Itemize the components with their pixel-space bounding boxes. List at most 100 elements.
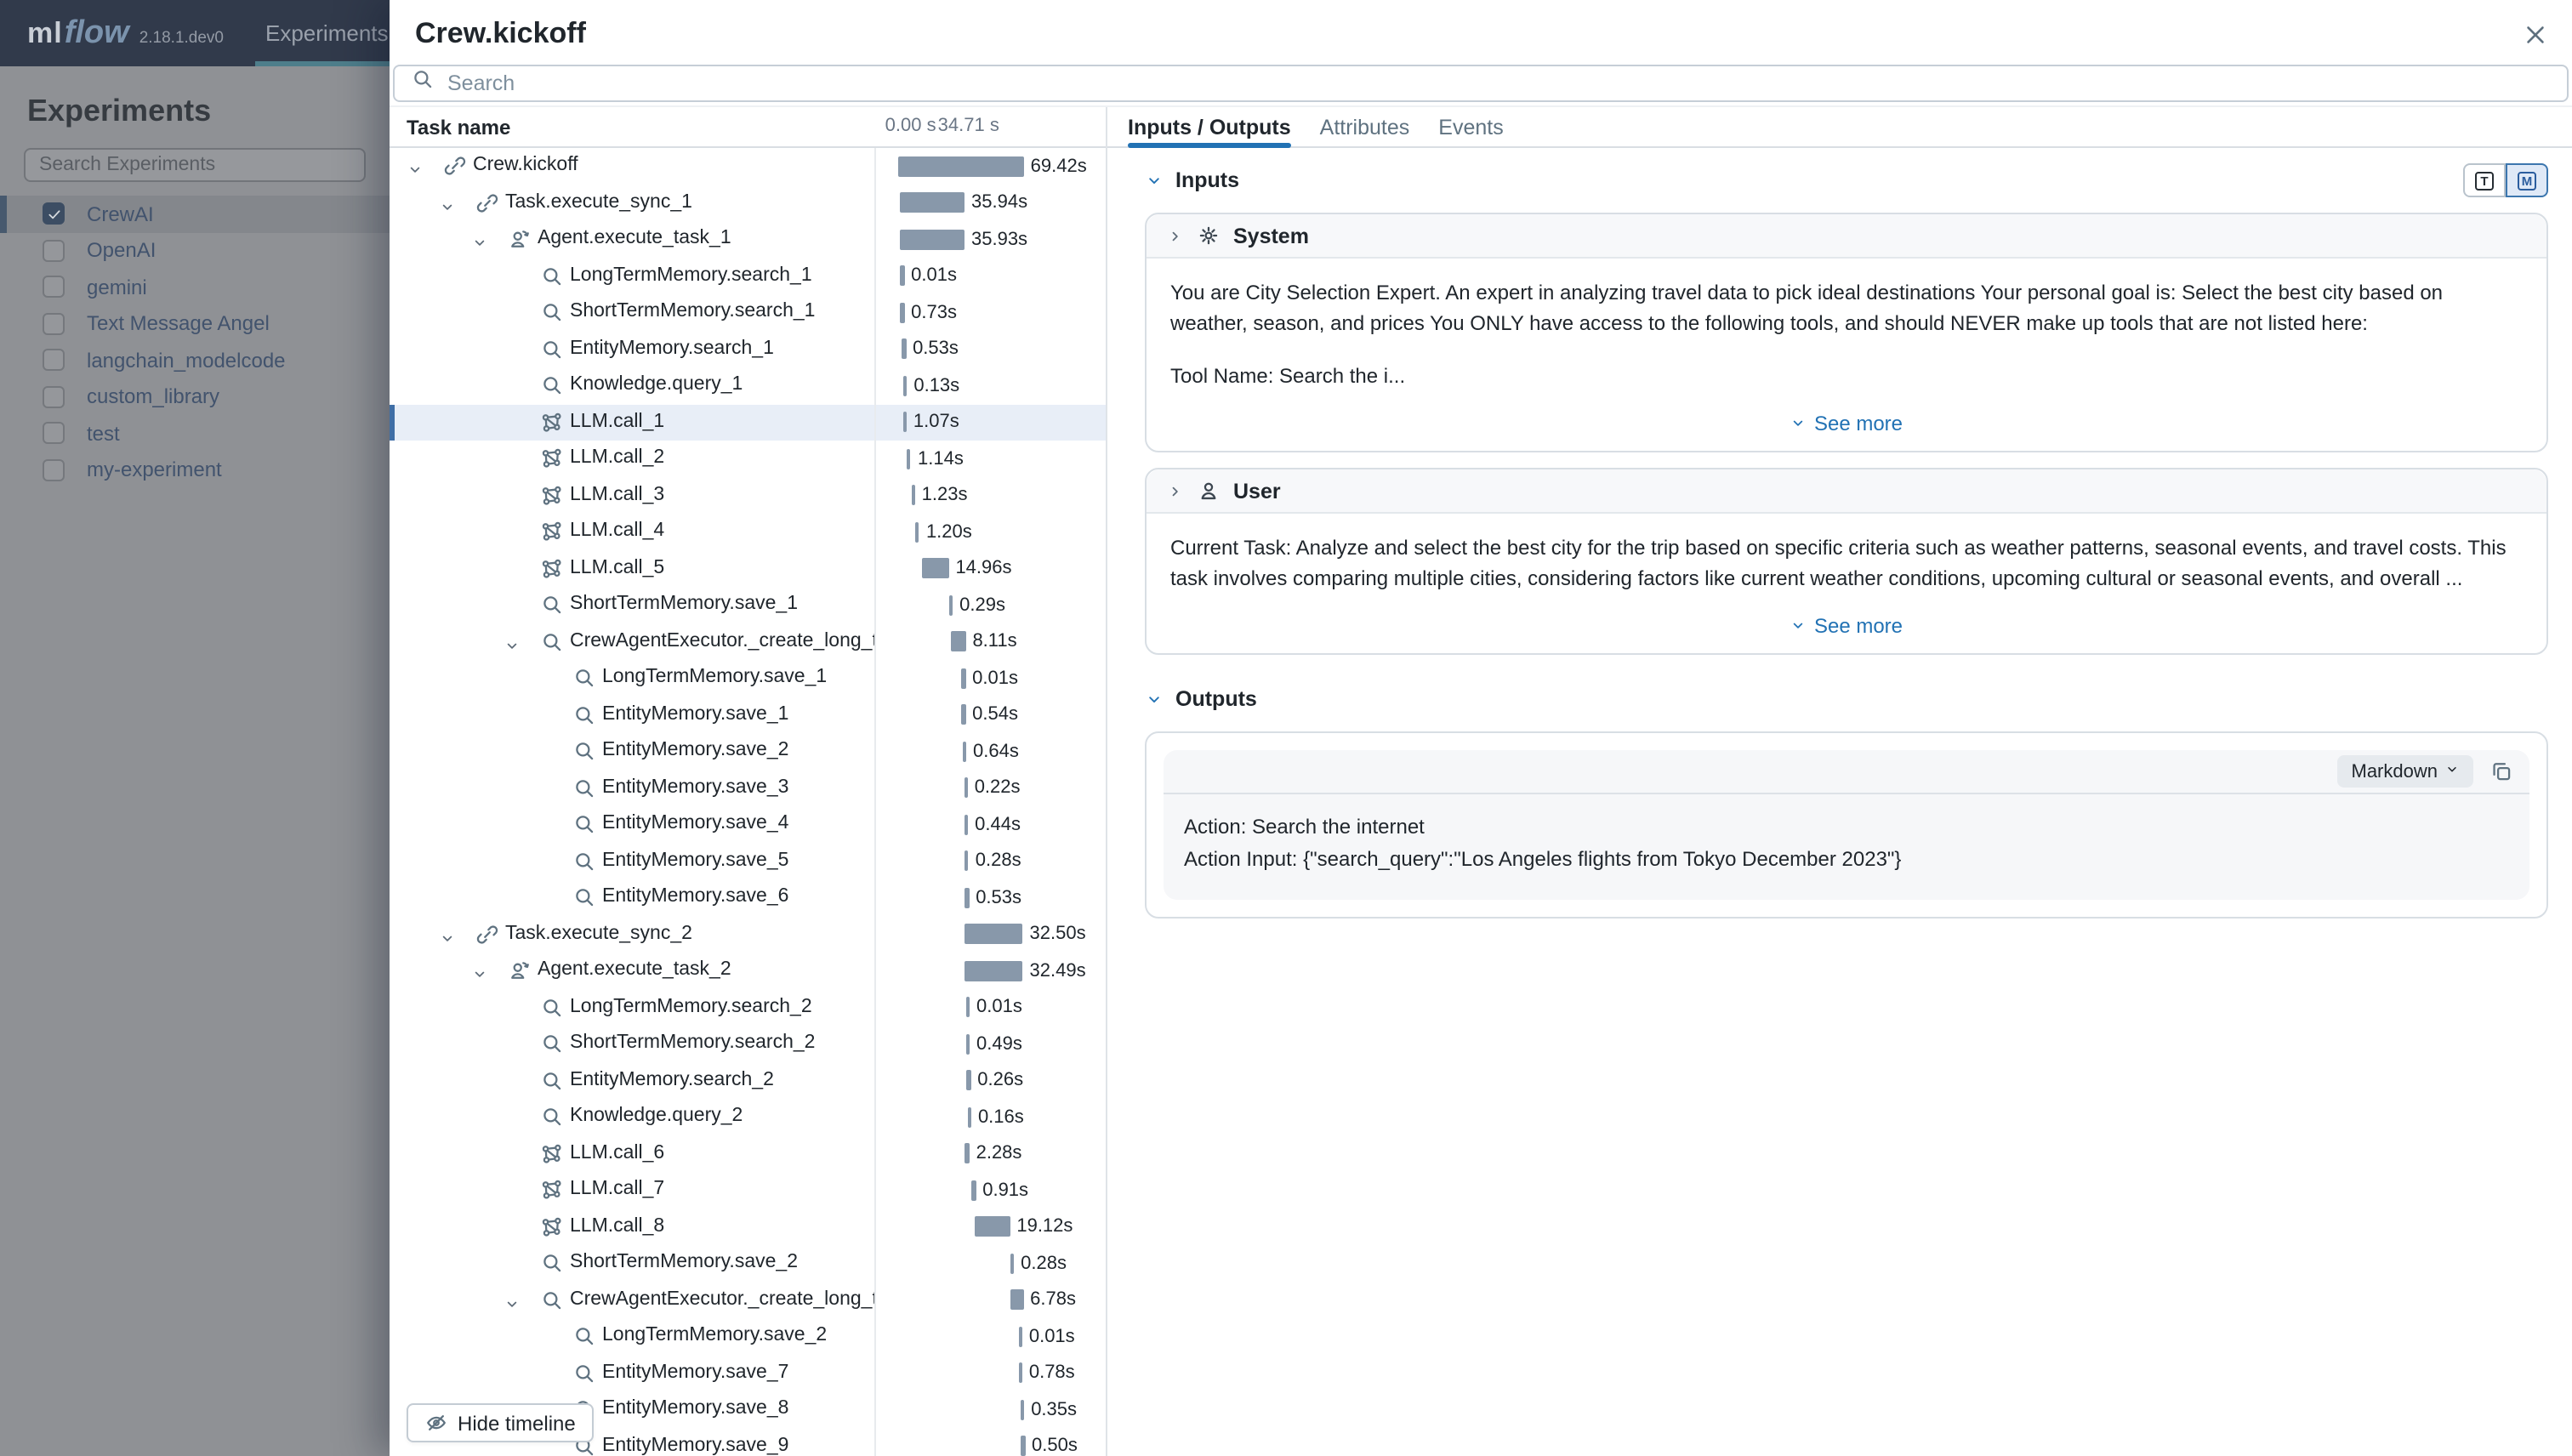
checkbox-unchecked[interactable] xyxy=(43,459,65,481)
span-row-EntityMemory.save_4[interactable]: EntityMemory.save_4 0.44s xyxy=(390,806,1106,843)
span-row-LLM.call_2[interactable]: LLM.call_21.14s xyxy=(390,441,1106,477)
sidebar-item-text-message-angel[interactable]: Text Message Angel xyxy=(0,305,390,342)
span-row-LLM.call_3[interactable]: LLM.call_31.23s xyxy=(390,477,1106,514)
span-row-LongTermMemory.save_2[interactable]: LongTermMemory.save_20.01s xyxy=(390,1318,1106,1355)
span-row-EntityMemory.save_7[interactable]: EntityMemory.save_70.78s xyxy=(390,1355,1106,1391)
span-row-ShortTermMemory.search_1[interactable]: ShortTermMemory.search_10.73s xyxy=(390,294,1106,331)
span-detail-pane: Inputs / OutputsAttributesEvents Inputs … xyxy=(1107,107,2572,1456)
span-row-LLM.call_6[interactable]: LLM.call_62.28s xyxy=(390,1135,1106,1172)
timeline-cell: 0.44s xyxy=(875,806,1106,843)
span-row-CrewAgentExecutor._create_long_term_memory[interactable]: CrewAgentExecutor._create_long_term_memo… xyxy=(390,1282,1106,1318)
timeline-cell: 0.53s xyxy=(875,879,1106,916)
span-name: Task.execute_sync_1 xyxy=(505,191,692,212)
span-name-cell: LLM.call_2 xyxy=(390,441,875,477)
span-row-LLM.call_5[interactable]: LLM.call_514.96s xyxy=(390,550,1106,587)
span-row-LLM.call_4[interactable]: LLM.call_41.20s xyxy=(390,514,1106,550)
span-row-Crew.kickoff[interactable]: Crew.kickoff69.42s xyxy=(390,148,1106,185)
span-row-Knowledge.query_2[interactable]: Knowledge.query_20.16s xyxy=(390,1099,1106,1135)
hide-timeline-button[interactable]: Hide timeline xyxy=(407,1403,595,1442)
duration-label: 0.28s xyxy=(1021,1253,1067,1273)
see-more-link[interactable]: See more xyxy=(1147,395,2546,451)
span-row-EntityMemory.search_2[interactable]: EntityMemory.search_20.26s xyxy=(390,1062,1106,1099)
sidebar-item-openai[interactable]: OpenAI xyxy=(0,232,390,269)
span-row-ShortTermMemory.save_1[interactable]: ShortTermMemory.save_10.29s xyxy=(390,587,1106,623)
tab-events[interactable]: Events xyxy=(1438,107,1503,146)
span-search[interactable] xyxy=(393,65,2569,102)
chevron-down-icon[interactable] xyxy=(1145,171,1164,190)
duration-bar xyxy=(1018,1326,1021,1346)
expand-chevron-icon[interactable] xyxy=(504,632,521,660)
sidebar-item-my-experiment[interactable]: my-experiment xyxy=(0,452,390,488)
span-row-LongTermMemory.search_2[interactable]: LongTermMemory.search_20.01s xyxy=(390,989,1106,1026)
span-row-ShortTermMemory.search_2[interactable]: ShortTermMemory.search_20.49s xyxy=(390,1026,1106,1062)
expand-chevron-icon[interactable] xyxy=(439,193,456,221)
expand-chevron-icon[interactable] xyxy=(471,230,488,258)
nav-tab-experiments[interactable]: Experiments xyxy=(255,0,399,66)
span-row-LongTermMemory.save_1[interactable]: LongTermMemory.save_10.01s xyxy=(390,660,1106,697)
span-row-EntityMemory.save_6[interactable]: EntityMemory.save_60.53s xyxy=(390,879,1106,916)
expand-chevron-icon[interactable] xyxy=(439,924,456,953)
message-card-header[interactable]: System xyxy=(1147,214,2546,259)
span-row-CrewAgentExecutor._create_long_term_memory[interactable]: CrewAgentExecutor._create_long_term_memo… xyxy=(390,623,1106,660)
span-search-input[interactable] xyxy=(447,71,2550,95)
duration-label: 0.22s xyxy=(975,777,1021,798)
checkbox-unchecked[interactable] xyxy=(43,240,65,262)
text-mode-icon: T xyxy=(2475,171,2494,190)
span-name: EntityMemory.save_7 xyxy=(602,1362,788,1382)
renderer-select[interactable]: Markdown xyxy=(2338,755,2474,788)
message-role-label: User xyxy=(1233,479,1281,503)
checkbox-unchecked[interactable] xyxy=(43,276,65,299)
chevron-right-icon[interactable] xyxy=(1167,482,1184,499)
span-row-Knowledge.query_1[interactable]: Knowledge.query_10.13s xyxy=(390,367,1106,404)
render-as-markdown-button[interactable]: M xyxy=(2506,163,2548,197)
span-row-LLM.call_8[interactable]: LLM.call_819.12s xyxy=(390,1209,1106,1245)
span-name-cell: LongTermMemory.save_2 xyxy=(390,1318,875,1355)
span-row-EntityMemory.save_3[interactable]: EntityMemory.save_30.22s xyxy=(390,770,1106,806)
span-name-cell: EntityMemory.save_4 xyxy=(390,806,875,843)
duration-label: 2.28s xyxy=(976,1143,1022,1163)
span-row-Agent.execute_task_1[interactable]: Agent.execute_task_135.93s xyxy=(390,221,1106,258)
span-row-ShortTermMemory.save_2[interactable]: ShortTermMemory.save_20.28s xyxy=(390,1245,1106,1282)
sidebar-item-crewai[interactable]: CrewAI xyxy=(0,196,390,232)
duration-bar xyxy=(967,1070,970,1090)
span-row-Agent.execute_task_2[interactable]: Agent.execute_task_232.49s xyxy=(390,953,1106,989)
sidebar-item-gemini[interactable]: gemini xyxy=(0,269,390,305)
span-row-Task.execute_sync_2[interactable]: Task.execute_sync_232.50s xyxy=(390,916,1106,953)
checkbox-unchecked[interactable] xyxy=(43,386,65,408)
render-as-text-button[interactable]: T xyxy=(2463,163,2506,197)
chevron-down-icon[interactable] xyxy=(1145,690,1164,708)
see-more-link[interactable]: See more xyxy=(1147,597,2546,653)
close-icon[interactable] xyxy=(2519,19,2550,49)
sidebar-item-test[interactable]: test xyxy=(0,415,390,452)
expand-chevron-icon[interactable] xyxy=(504,1290,521,1318)
duration-bar xyxy=(966,997,970,1017)
span-row-EntityMemory.save_1[interactable]: EntityMemory.save_10.54s xyxy=(390,697,1106,733)
checkbox-unchecked[interactable] xyxy=(43,423,65,445)
span-row-LongTermMemory.search_1[interactable]: LongTermMemory.search_10.01s xyxy=(390,258,1106,294)
checkbox-checked[interactable] xyxy=(43,203,65,225)
message-card-header[interactable]: User xyxy=(1147,469,2546,514)
eye-off-icon xyxy=(425,1412,447,1434)
chevron-right-icon[interactable] xyxy=(1167,227,1184,244)
span-name: EntityMemory.save_4 xyxy=(602,813,788,833)
span-row-EntityMemory.search_1[interactable]: EntityMemory.search_10.53s xyxy=(390,331,1106,367)
search-span-icon xyxy=(573,667,595,697)
expand-chevron-icon[interactable] xyxy=(471,961,488,989)
span-row-EntityMemory.save_5[interactable]: EntityMemory.save_50.28s xyxy=(390,843,1106,879)
tab-inputs-outputs[interactable]: Inputs / Outputs xyxy=(1128,107,1291,146)
timeline-cell: 0.01s xyxy=(875,989,1106,1026)
span-row-EntityMemory.save_2[interactable]: EntityMemory.save_20.64s xyxy=(390,733,1106,770)
duration-label: 0.26s xyxy=(977,1070,1023,1090)
span-row-Task.execute_sync_1[interactable]: Task.execute_sync_135.94s xyxy=(390,185,1106,221)
expand-chevron-icon[interactable] xyxy=(407,156,424,185)
experiments-search-input[interactable] xyxy=(39,155,350,175)
tab-attributes[interactable]: Attributes xyxy=(1320,107,1410,146)
checkbox-unchecked[interactable] xyxy=(43,313,65,335)
sidebar-item-langchain-modelcode[interactable]: langchain_modelcode xyxy=(0,342,390,378)
sidebar-item-custom-library[interactable]: custom_library xyxy=(0,378,390,415)
span-row-LLM.call_7[interactable]: LLM.call_70.91s xyxy=(390,1172,1106,1209)
experiments-search[interactable] xyxy=(24,148,366,182)
copy-icon[interactable] xyxy=(2490,760,2512,782)
checkbox-unchecked[interactable] xyxy=(43,350,65,372)
span-row-LLM.call_1[interactable]: LLM.call_11.07s xyxy=(390,404,1106,441)
